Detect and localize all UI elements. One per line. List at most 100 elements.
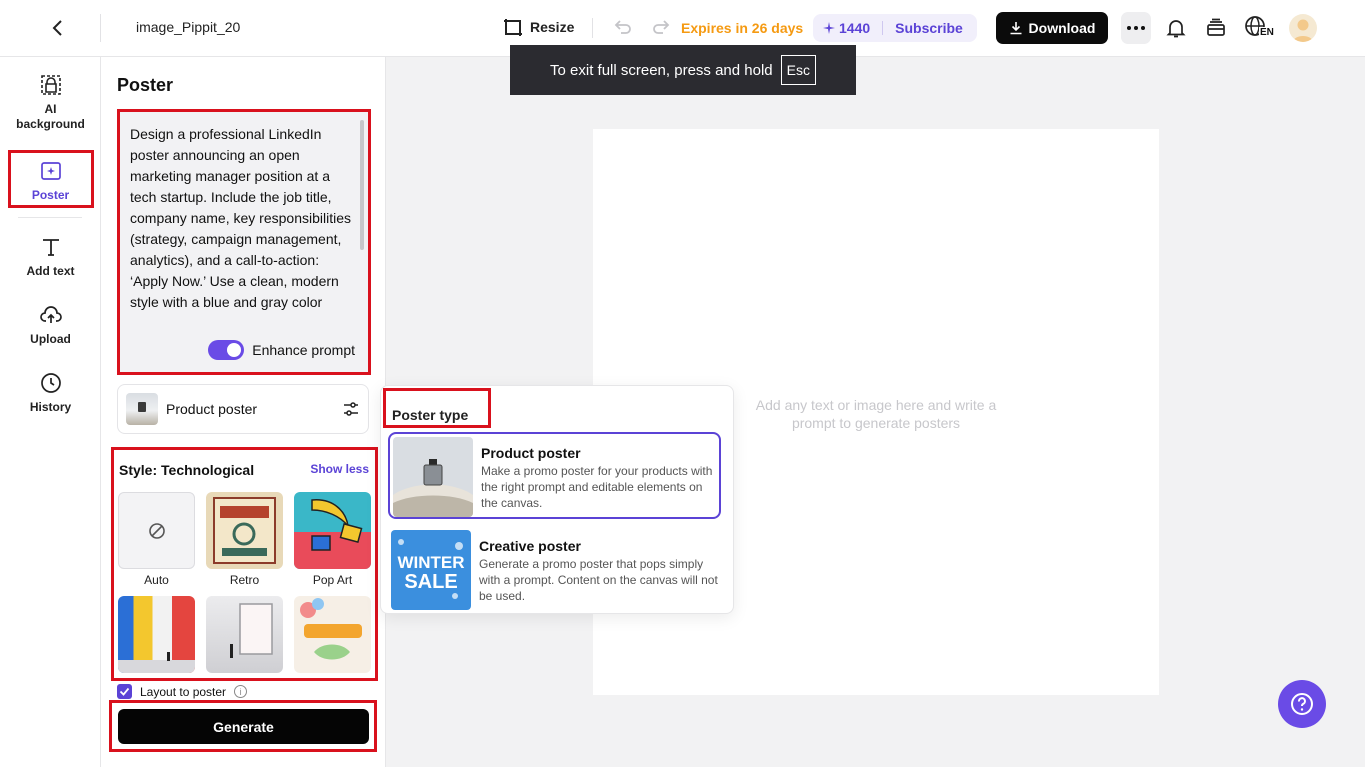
pop-art-image [294,499,371,569]
enhance-prompt-toggle[interactable] [208,340,245,360]
product-poster-title: Product poster [481,445,581,461]
cartoon-image [300,598,362,660]
left-nav: AI background Poster Add text Upload His… [0,57,101,767]
sliders-icon [344,402,358,416]
divider [100,14,101,42]
avatar-icon [1293,19,1313,42]
style-cartoon[interactable] [294,596,371,677]
show-less-link[interactable]: Show less [310,462,369,476]
generate-highlight-box: Generate [109,700,377,752]
download-label: Download [1028,20,1096,36]
resize-icon [504,19,522,36]
nav-history[interactable]: History [0,371,101,415]
prompt-textarea[interactable]: Design a professional LinkedIn poster an… [130,124,355,330]
fullscreen-toast: To exit full screen, press and hold Esc [510,45,856,95]
nav-poster[interactable]: Poster [0,159,101,203]
expiry-notice[interactable]: Expires in 26 days [681,20,803,36]
undo-button[interactable] [612,16,636,40]
divider [18,217,82,218]
upload-icon [39,306,62,323]
toast-text: To exit full screen, press and hold [550,61,773,79]
nav-upload-label: Upload [30,332,71,346]
creative-poster-text: Creative poster Generate a promo poster … [479,530,718,611]
help-button[interactable] [1278,680,1326,728]
nav-ai-background[interactable]: AI background [0,73,101,132]
undo-icon [614,20,631,34]
enhance-prompt-label: Enhance prompt [252,342,355,358]
layout-to-poster-row: Layout to poster i [117,684,248,699]
back-button[interactable] [44,14,72,42]
text-icon [42,239,59,256]
download-button[interactable]: Download [996,12,1108,44]
nav-add-text-label: Add text [26,264,75,278]
info-icon[interactable]: i [234,685,248,698]
redo-icon [653,20,670,34]
subscribe-link[interactable]: Subscribe [895,20,963,36]
style-minimal-frame[interactable] [206,596,283,677]
product-poster-text: Product poster Make a promo poster for y… [481,437,716,514]
avatar[interactable] [1289,14,1317,42]
perfume-product-image [393,437,473,517]
style-cartoon-thumbnail [294,596,371,673]
winter-text: WINTER [397,553,464,572]
poster-type-select[interactable]: Product poster [117,384,369,434]
winter-sale-image: WINTER SALE [397,539,465,599]
style-pop-art[interactable]: Pop Art [294,492,371,587]
minimal-frame-image [230,603,273,658]
product-poster-thumbnail [393,437,473,517]
sparkle-icon [823,22,835,34]
chevron-left-icon [52,20,62,36]
more-options-button[interactable] [1121,12,1151,44]
notifications-button[interactable] [1164,16,1188,40]
creative-poster-title: Creative poster [479,538,581,554]
history-icon [40,373,61,393]
language-button[interactable]: EN [1244,15,1276,41]
nav-poster-label: Poster [31,188,70,202]
generate-button[interactable]: Generate [118,709,369,744]
style-pop-art-label: Pop Art [312,573,353,587]
prompt-scrollbar[interactable] [360,120,364,250]
credits-pill[interactable]: 1440 Subscribe [813,14,977,42]
poster-type-popup: Poster type Product poster Make a promo … [380,385,734,614]
bell-icon [1166,20,1186,38]
file-name[interactable]: image_Pippit_20 [136,19,242,35]
layout-to-poster-checkbox[interactable] [117,684,132,699]
toast-key: Esc [780,55,816,85]
style-pop-art-thumbnail [294,492,371,569]
creative-poster-option[interactable]: WINTER SALE Creative poster Generate a p… [388,527,721,614]
credits-count: 1440 [839,20,871,36]
poster-panel: Poster Design a professional LinkedIn po… [101,57,386,767]
none-icon [148,522,165,539]
nav-add-text[interactable]: Add text [0,235,101,279]
storage-icon [1207,18,1225,36]
style-auto[interactable]: Auto [118,492,195,587]
style-colorful-wall[interactable] [118,596,195,677]
question-icon [1291,693,1313,715]
creative-poster-thumbnail: WINTER SALE [391,530,471,610]
popup-title: Poster type [392,407,469,423]
style-retro-thumbnail [206,492,283,569]
style-colorful-wall-thumbnail [118,596,195,673]
divider [882,21,884,35]
style-section: Style: Technological Show less Auto Retr… [111,447,378,681]
product-poster-description: Make a promo poster for your products wi… [481,464,713,510]
retro-poster-image [213,497,276,564]
style-auto-label: Auto [144,573,169,587]
redo-button[interactable] [650,16,674,40]
colorful-wall-image [118,652,195,673]
creative-poster-description: Generate a promo poster that pops simply… [479,557,718,603]
storage-button[interactable] [1204,16,1228,40]
prompt-box[interactable]: Design a professional LinkedIn poster an… [117,109,371,375]
resize-button[interactable]: Resize [503,17,574,37]
nav-upload[interactable]: Upload [0,303,101,347]
nav-history-label: History [29,400,72,414]
product-poster-option[interactable]: Product poster Make a promo poster for y… [388,432,721,519]
style-retro[interactable]: Retro [206,492,283,587]
check-icon [119,687,130,696]
poster-type-value: Product poster [166,401,258,417]
popup-title-highlight-box: Poster type [383,388,491,428]
sale-text: SALE [404,571,457,593]
download-icon [1010,22,1022,35]
poster-icon [40,162,61,180]
more-icon [1127,26,1145,30]
